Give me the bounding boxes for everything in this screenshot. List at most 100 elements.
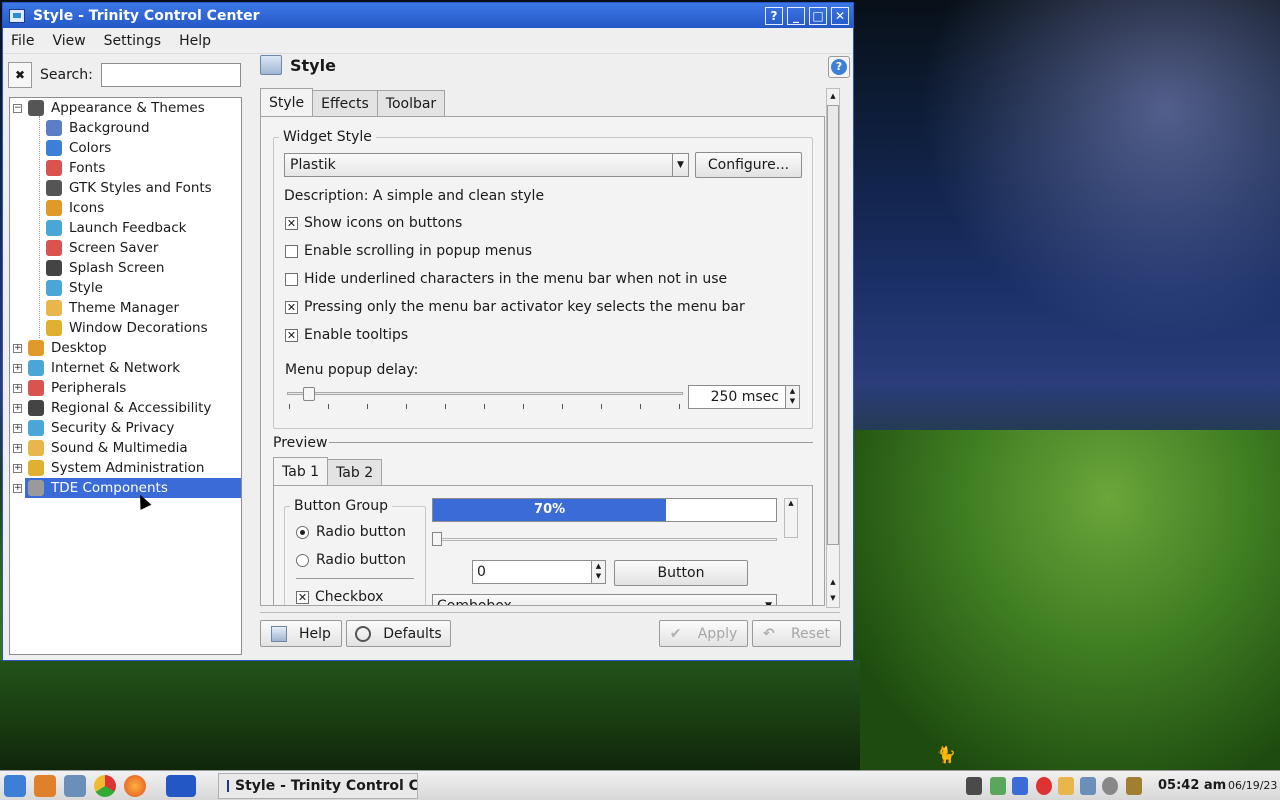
hide-underlined-checkbox[interactable]	[285, 272, 298, 286]
reset-button[interactable]: ↶ Reset	[752, 620, 841, 647]
configure-button[interactable]: Configure...	[695, 152, 802, 178]
tree-item-child[interactable]: Splash Screen	[10, 258, 241, 278]
menu-delay-spinbox[interactable]: 250 msec ▲ ▼	[688, 385, 800, 409]
menu-help[interactable]: Help	[179, 33, 211, 49]
tree-item-child[interactable]: Window Decorations	[10, 318, 241, 338]
tree-item-child[interactable]: Icons	[10, 198, 241, 218]
menu-settings[interactable]: Settings	[104, 33, 161, 49]
tree-item-label: Splash Screen	[69, 260, 165, 276]
tab-toolbar[interactable]: Toolbar	[376, 90, 446, 116]
tab-style[interactable]: Style	[260, 88, 314, 116]
tab-preview-1[interactable]: Tab 1	[273, 457, 329, 485]
preview-combobox[interactable]: Combobox ▼	[432, 594, 777, 605]
menu-delay-slider-track[interactable]	[287, 392, 683, 395]
module-tree: − Appearance & Themes Background Colors Font…	[9, 97, 242, 655]
spin-arrows-icon[interactable]: ▲ ▼	[591, 561, 605, 583]
preview-spinbox[interactable]: 0 ▲ ▼	[472, 560, 606, 584]
task-style-control-center[interactable]: Style - Trinity Control C	[218, 773, 418, 799]
tree-item-group[interactable]: + Sound & Multimedia	[10, 438, 241, 458]
expand-icon[interactable]: +	[13, 463, 22, 473]
scroll-up-icon-2[interactable]: ▲	[827, 575, 839, 589]
desktop-switcher-icon[interactable]	[166, 775, 196, 797]
expand-icon[interactable]: +	[13, 383, 22, 393]
radio-button-2[interactable]: Radio button	[296, 552, 406, 568]
tray-volume-icon[interactable]	[1102, 777, 1118, 795]
scrollbar-thumb[interactable]	[827, 105, 839, 545]
expand-icon[interactable]: +	[13, 423, 22, 433]
preview-scrollbar[interactable]: ▲	[784, 498, 798, 538]
tray-window-icon[interactable]	[1080, 777, 1096, 795]
tree-item-group[interactable]: + TDE Components	[13, 478, 241, 498]
tray-monitor-icon[interactable]	[1012, 777, 1028, 795]
clear-search-button[interactable]: ✖	[8, 62, 32, 88]
scroll-down-icon[interactable]: ▼	[827, 591, 839, 605]
tree-item-child[interactable]: GTK Styles and Fonts	[10, 178, 241, 198]
menubar-activator-checkbox[interactable]: ✕	[285, 300, 298, 314]
help-icon[interactable]: ?	[828, 56, 850, 78]
menu-file[interactable]: File	[11, 33, 34, 49]
apply-button[interactable]: ✔ Apply	[659, 620, 748, 647]
search-input[interactable]	[100, 63, 241, 87]
help-title-button[interactable]: ?	[765, 6, 783, 25]
expand-icon[interactable]: +	[13, 343, 22, 353]
close-button[interactable]: ✕	[831, 6, 849, 25]
option-tooltips[interactable]: ✕ Enable tooltips	[285, 327, 408, 343]
spin-arrows-icon[interactable]: ▲ ▼	[785, 386, 799, 408]
tde-menu-icon[interactable]	[4, 775, 26, 797]
preview-slider-handle[interactable]	[432, 532, 442, 546]
tab-effects[interactable]: Effects	[312, 90, 378, 116]
title-bar[interactable]: Style - Trinity Control Center ? _ □ ✕	[3, 3, 853, 28]
option-hide-underlined[interactable]: Hide underlined characters in the menu b…	[285, 271, 727, 287]
home-icon[interactable]	[34, 775, 56, 797]
tab-preview-2[interactable]: Tab 2	[327, 459, 383, 485]
tree-item-child[interactable]: Theme Manager	[10, 298, 241, 318]
menu-view[interactable]: View	[52, 33, 85, 49]
show-icons-checkbox[interactable]: ✕	[285, 216, 298, 230]
expand-icon[interactable]: +	[13, 443, 22, 453]
tray-lock-icon[interactable]	[966, 777, 982, 795]
tree-item-child[interactable]: Screen Saver	[10, 238, 241, 258]
page-scrollbar[interactable]: ▲ ▲ ▼	[826, 88, 840, 608]
tray-k-icon[interactable]	[1058, 777, 1074, 795]
preview-checkbox[interactable]: ✕ Checkbox	[296, 589, 383, 605]
tree-item-group[interactable]: + Desktop	[10, 338, 241, 358]
preview-slider-track[interactable]	[432, 538, 777, 541]
chrome-icon[interactable]	[94, 775, 116, 797]
menu-delay-slider-handle[interactable]	[302, 387, 315, 401]
tree-item-group[interactable]: − Appearance & Themes	[10, 98, 241, 118]
help-button[interactable]: Help	[260, 620, 342, 647]
tree-item-group[interactable]: + System Administration	[10, 458, 241, 478]
tree-item-group[interactable]: + Internet & Network	[10, 358, 241, 378]
expand-icon[interactable]: +	[13, 363, 22, 373]
tree-item-child[interactable]: Launch Feedback	[10, 218, 241, 238]
minimize-button[interactable]: _	[787, 6, 805, 25]
radio-button-1[interactable]: Radio button	[296, 524, 406, 540]
tree-item-group[interactable]: + Peripherals	[10, 378, 241, 398]
scrolling-popup-checkbox[interactable]	[285, 244, 298, 258]
tray-network-icon[interactable]	[990, 777, 1006, 795]
tooltips-checkbox[interactable]: ✕	[285, 328, 298, 342]
button-divider	[260, 612, 840, 613]
tree-item-child[interactable]: Style	[10, 278, 241, 298]
system-icon[interactable]	[64, 775, 86, 797]
tree-item-child[interactable]: Background	[10, 118, 241, 138]
maximize-button[interactable]: □	[809, 6, 827, 25]
defaults-button[interactable]: Defaults	[346, 620, 451, 647]
widget-style-select[interactable]: Plastik ▼	[284, 153, 689, 177]
tree-item-child[interactable]: Fonts	[10, 158, 241, 178]
tree-item-child[interactable]: Colors	[10, 138, 241, 158]
option-menubar-activator[interactable]: ✕ Pressing only the menu bar activator k…	[285, 299, 745, 315]
expand-icon[interactable]: +	[13, 403, 22, 413]
tree-item-group[interactable]: + Regional & Accessibility	[10, 398, 241, 418]
tree-item-group[interactable]: + Security & Privacy	[10, 418, 241, 438]
preview-button[interactable]: Button	[614, 560, 748, 586]
scroll-up-icon[interactable]: ▲	[827, 89, 839, 103]
tray-blocked-icon[interactable]	[1036, 777, 1052, 795]
expand-icon[interactable]: +	[13, 483, 22, 493]
clock-time[interactable]: 05:42 am	[1158, 778, 1226, 793]
option-show-icons[interactable]: ✕ Show icons on buttons	[285, 215, 462, 231]
option-scrolling-popup[interactable]: Enable scrolling in popup menus	[285, 243, 532, 259]
tray-satellite-icon[interactable]	[1126, 777, 1142, 795]
collapse-icon[interactable]: −	[13, 103, 22, 113]
firefox-icon[interactable]	[124, 775, 146, 797]
